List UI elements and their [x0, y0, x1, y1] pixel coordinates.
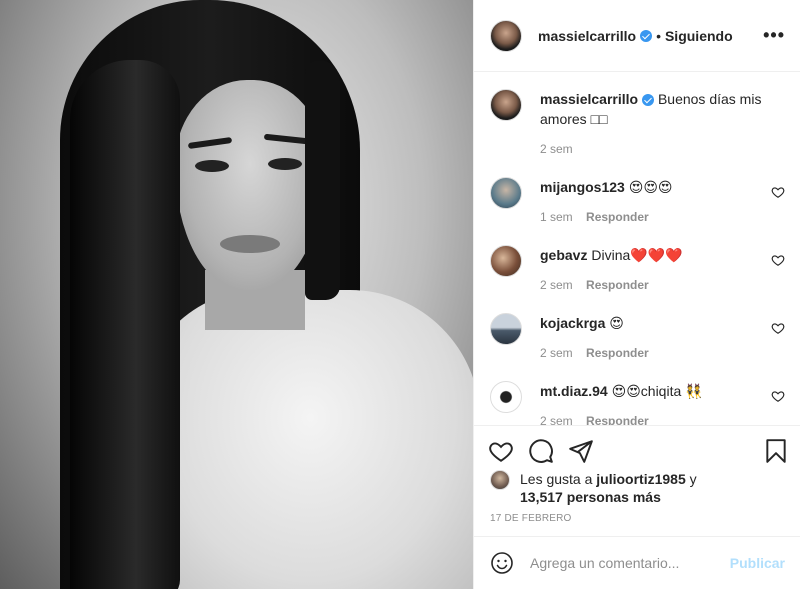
comment-username[interactable]: kojackrga — [540, 315, 605, 331]
comment-avatar[interactable] — [490, 313, 522, 345]
verified-badge-icon — [640, 29, 653, 42]
comment-meta: 2 sem Responder — [540, 411, 760, 425]
comment-username[interactable]: mt.diaz.94 — [540, 383, 608, 399]
verified-badge-icon — [642, 94, 655, 107]
comment-username[interactable]: gebavz — [540, 247, 587, 263]
post-actions — [474, 425, 800, 473]
comment-like-heart-icon[interactable] — [771, 389, 785, 403]
separator-dot: • — [656, 27, 661, 44]
likes-count[interactable]: 13,517 personas más — [520, 489, 661, 505]
caption: massielcarrillo Buenos días mis amores □… — [490, 89, 785, 159]
comment-icon[interactable] — [528, 438, 554, 464]
photo-eye-left — [195, 160, 229, 172]
author-username[interactable]: massielcarrillo — [538, 28, 636, 44]
reply-button[interactable]: Responder — [586, 414, 649, 425]
comment-time[interactable]: 2 sem — [540, 346, 573, 360]
comment-like-heart-icon[interactable] — [771, 253, 785, 267]
comment-time[interactable]: 1 sem — [540, 210, 573, 224]
photo-lips — [220, 235, 280, 253]
comment-text: Divina❤️❤️❤️ — [591, 247, 683, 263]
comment-time[interactable]: 2 sem — [540, 414, 573, 425]
comment-meta: 1 sem Responder — [540, 207, 760, 227]
comment-like-heart-icon[interactable] — [771, 185, 785, 199]
caption-time[interactable]: 2 sem — [540, 142, 573, 156]
comment-avatar[interactable] — [490, 381, 522, 413]
comment-item: mt.diaz.94 😍😍chiqita 👯 2 sem Responder — [490, 381, 785, 425]
photo-eye-right — [268, 158, 302, 170]
reply-button[interactable]: Responder — [586, 210, 649, 224]
comment-input[interactable] — [530, 555, 730, 571]
likes-summary: Les gusta a julioortiz1985 y 13,517 pers… — [490, 470, 790, 506]
reply-button[interactable]: Responder — [586, 278, 649, 292]
author-avatar[interactable] — [490, 19, 522, 52]
more-options-icon[interactable]: ••• — [763, 26, 785, 44]
heart-icon[interactable] — [488, 438, 514, 464]
publish-button[interactable]: Publicar — [730, 555, 785, 571]
bookmark-icon[interactable] — [763, 438, 789, 464]
comment-avatar[interactable] — [490, 245, 522, 277]
comment-avatar[interactable] — [490, 177, 522, 209]
comment-item: kojackrga 😍 2 sem Responder — [490, 313, 785, 363]
post-side-panel: massielcarrillo • Siguiendo ••• massielc… — [473, 0, 800, 589]
comment-text: 😍 — [609, 315, 624, 331]
comment-text: 😍😍chiqita 👯 — [611, 383, 703, 399]
likes-and: y — [689, 471, 697, 487]
comment-item: gebavz Divina❤️❤️❤️ 2 sem Responder — [490, 245, 785, 295]
smiley-icon[interactable] — [490, 551, 514, 575]
comments-list[interactable]: massielcarrillo Buenos días mis amores □… — [474, 73, 800, 425]
comment-item: mijangos123 😍😍😍 1 sem Responder — [490, 177, 785, 227]
caption-username[interactable]: massielcarrillo — [540, 91, 638, 107]
comment-text: 😍😍😍 — [628, 179, 673, 195]
add-comment-bar: Publicar — [474, 536, 800, 589]
share-icon[interactable] — [568, 438, 594, 464]
photo-hair-right — [305, 60, 340, 300]
photo-hair-front — [70, 60, 180, 589]
photo-shirt — [140, 290, 473, 589]
comment-meta: 2 sem Responder — [540, 343, 760, 363]
comment-meta: 2 sem Responder — [540, 275, 760, 295]
reply-button[interactable]: Responder — [586, 346, 649, 360]
likes-prefix: Les gusta a — [520, 471, 593, 487]
liker-username[interactable]: julioortiz1985 — [596, 471, 685, 487]
post-header: massielcarrillo • Siguiendo ••• — [474, 0, 800, 72]
comment-username[interactable]: mijangos123 — [540, 179, 625, 195]
comment-time[interactable]: 2 sem — [540, 278, 573, 292]
post-date[interactable]: 17 DE FEBRERO — [490, 513, 572, 524]
caption-avatar[interactable] — [490, 89, 522, 121]
comment-like-heart-icon[interactable] — [771, 321, 785, 335]
post-photo[interactable] — [0, 0, 473, 589]
liker-avatar[interactable] — [490, 470, 510, 490]
following-button[interactable]: Siguiendo — [665, 28, 733, 44]
caption-meta: 2 sem — [540, 139, 780, 159]
